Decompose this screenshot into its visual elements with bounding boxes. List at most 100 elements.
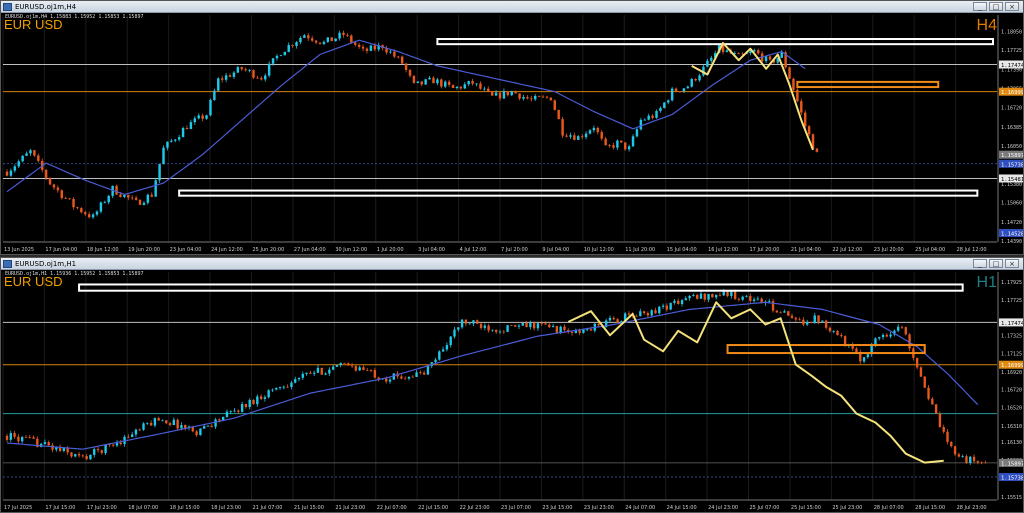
candle-body <box>412 75 416 83</box>
chart-window-h4[interactable]: EURUSD.oj1m,H4 _ □ × 1.18050 1.17725 1.174… <box>0 0 1024 255</box>
time-tick-label: 30 Jun 12:00 <box>335 247 367 253</box>
time-tick-label: 27 Jun 04:00 <box>294 247 326 253</box>
candle-body <box>756 298 760 300</box>
candle-body <box>220 78 224 80</box>
candle-body <box>487 88 490 92</box>
candle-body <box>115 185 118 195</box>
candle-body <box>540 323 543 325</box>
candle-body <box>165 420 168 424</box>
candle-body <box>189 122 193 130</box>
candle-body <box>203 426 206 429</box>
candle-body <box>631 136 635 147</box>
candle-body <box>287 45 290 52</box>
candle-body <box>217 78 220 91</box>
candle-body <box>326 37 330 42</box>
maximize-icon[interactable]: □ <box>989 2 1003 11</box>
candle-body <box>832 330 835 332</box>
close-icon[interactable]: × <box>1005 2 1019 11</box>
candle-body <box>347 363 350 366</box>
candle-body <box>726 290 729 297</box>
candle-body <box>286 386 289 388</box>
candle-body <box>824 320 828 328</box>
candle-body <box>48 177 52 185</box>
candle-body <box>346 34 349 36</box>
candle-body <box>111 444 115 446</box>
time-tick-label: 18 Jun 12:00 <box>87 247 119 253</box>
candle-body <box>119 194 122 197</box>
candle-body <box>771 300 775 311</box>
candle-body <box>328 369 331 374</box>
time-tick-label: 13 Jun 2025 <box>4 247 34 253</box>
time-tick-label: 4 Jul 12:00 <box>460 247 487 253</box>
candle-body <box>278 387 282 389</box>
time-tick-label: 25 Jul 15:00 <box>791 505 821 511</box>
price-tick-label: 1.14528 <box>1001 231 1024 237</box>
price-tick-label: 1.17325 <box>1001 334 1022 340</box>
candle-body <box>426 365 430 375</box>
candle-body <box>677 300 680 305</box>
candle-body <box>236 67 240 73</box>
candle-body <box>545 96 549 98</box>
candle-body <box>703 293 706 300</box>
candle-body <box>699 293 703 299</box>
candle-body <box>244 69 247 71</box>
candle-body <box>237 410 240 412</box>
candle-body <box>240 403 244 412</box>
time-tick-label: 24 Jun 12:00 <box>211 247 243 253</box>
candle-body <box>123 194 126 197</box>
candle-body <box>696 295 699 299</box>
candle-body <box>616 319 619 323</box>
candle-body <box>415 372 418 377</box>
price-tick-label: 1.15897 <box>1001 461 1024 467</box>
chart-window-h1[interactable]: EURUSD.oj1m,H1 _ □ × 1.17925 1.17725 1.174… <box>0 257 1024 513</box>
candle-body <box>479 323 483 328</box>
candle-body <box>881 334 885 338</box>
time-tick-label: 24 Jul 07:00 <box>625 505 655 511</box>
candle-body <box>283 51 287 56</box>
candle-body <box>706 60 709 67</box>
candle-body <box>205 115 208 119</box>
chart-plot-h4[interactable]: 1.180501.177251.174741.173901.170551.169… <box>1 13 1024 255</box>
candle-body <box>404 63 408 70</box>
candle-body <box>498 92 502 99</box>
candle-body <box>89 454 92 460</box>
price-tick-label: 1.16310 <box>1001 424 1022 430</box>
candle-body <box>416 81 420 83</box>
candle-body <box>639 119 643 130</box>
title-bar[interactable]: EURUSD.oj1m,H4 _ □ × <box>1 1 1023 13</box>
candle-body <box>923 376 926 388</box>
candle-body <box>643 119 646 121</box>
maximize-icon[interactable]: □ <box>989 259 1003 268</box>
candle-body <box>233 410 236 412</box>
candle-body <box>800 101 803 113</box>
candle-body <box>526 97 529 99</box>
candle-body <box>678 91 682 93</box>
candle-body <box>170 140 173 142</box>
minimize-icon[interactable]: _ <box>973 259 987 268</box>
price-tick-label: 1.15738 <box>1001 162 1024 168</box>
candle-body <box>419 372 422 374</box>
candle-body <box>600 132 603 139</box>
candle-body <box>369 45 373 51</box>
candle-body <box>578 330 581 333</box>
candle-body <box>95 211 99 215</box>
title-bar[interactable]: EURUSD.oj1m,H1 _ □ × <box>1 258 1023 270</box>
time-tick-label: 28 Jul 12:00 <box>957 247 987 253</box>
candle-body <box>942 427 945 432</box>
candle-body <box>168 423 172 426</box>
candle-body <box>688 295 691 299</box>
candle-body <box>592 127 596 131</box>
time-tick-label: 21 Jul 07:00 <box>253 505 283 511</box>
candle-body <box>318 42 322 44</box>
time-tick-label: 21 Jul 23:00 <box>335 505 365 511</box>
candle-body <box>950 441 953 447</box>
time-tick-label: 25 Jul 07:00 <box>750 505 780 511</box>
candle-body <box>172 419 176 426</box>
candle-body <box>463 84 467 89</box>
close-icon[interactable]: × <box>1005 259 1019 268</box>
candle-body <box>646 313 650 316</box>
chart-plot-h1[interactable]: 1.17925 1.17725 1.17474 1.17325 1.17125 1.169… <box>1 270 1024 513</box>
candle-body <box>733 290 737 299</box>
candle-body <box>589 329 593 331</box>
minimize-icon[interactable]: _ <box>973 2 987 11</box>
